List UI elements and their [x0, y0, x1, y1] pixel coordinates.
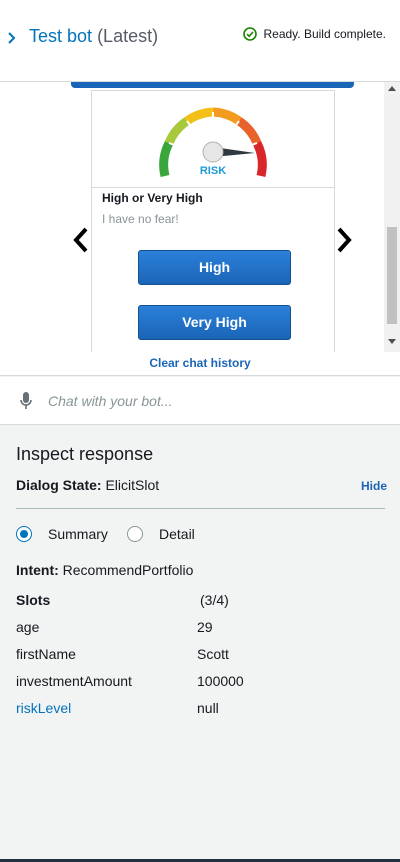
clear-chat-history-link[interactable]: Clear chat history: [0, 356, 400, 370]
gauge-label: RISK: [200, 165, 226, 177]
bot-title: Test bot (Latest): [29, 26, 158, 47]
scroll-thumb[interactable]: [387, 227, 397, 324]
dialog-state-label: Dialog State:: [16, 477, 102, 493]
chat-window[interactable]: RISK High or Very High I have no fear! H…: [0, 82, 400, 376]
bot-name: Test bot: [29, 26, 93, 46]
chat-scrollbar[interactable]: [384, 82, 400, 352]
slot-name: age: [16, 619, 40, 635]
slot-value: 100000: [197, 673, 244, 689]
chat-input[interactable]: [48, 389, 378, 413]
inspect-title: Inspect response: [16, 444, 154, 464]
carousel-next-arrow-icon[interactable]: [335, 226, 353, 254]
risk-gauge-icon: RISK: [159, 107, 267, 178]
risk-gauge-image: RISK: [92, 91, 334, 188]
card-title: High or Very High: [102, 191, 203, 205]
inspect-response-panel: Inspect response Dialog State: ElicitSlo…: [0, 426, 400, 862]
intent-label: Intent:: [16, 562, 59, 578]
hide-link[interactable]: Hide: [361, 479, 387, 493]
scroll-down-icon[interactable]: [388, 339, 396, 344]
card-subtitle: I have no fear!: [102, 212, 179, 226]
scroll-up-icon[interactable]: [388, 86, 396, 91]
very-high-button[interactable]: Very High: [138, 305, 291, 340]
summary-radio-option[interactable]: Summary: [16, 526, 108, 542]
detail-label: Detail: [159, 526, 195, 542]
slot-name-link[interactable]: riskLevel: [16, 700, 71, 716]
bot-version: (Latest): [97, 26, 159, 46]
slot-value: null: [197, 700, 219, 716]
slot-name: investmentAmount: [16, 673, 132, 689]
intent-value: RecommendPortfolio: [62, 562, 194, 578]
detail-radio[interactable]: [127, 526, 143, 542]
summary-radio[interactable]: [16, 526, 32, 542]
slots-label: Slots: [16, 592, 51, 608]
slots-count: (3/4): [200, 592, 229, 608]
high-button[interactable]: High: [138, 250, 291, 285]
build-status: Ready. Build complete.: [243, 27, 386, 41]
carousel-prev-arrow-icon[interactable]: [72, 226, 90, 254]
chat-input-bar: [0, 377, 400, 425]
microphone-icon[interactable]: [20, 391, 32, 411]
check-circle-icon: [243, 27, 258, 41]
previous-message-bubble: [71, 82, 354, 88]
slot-value: Scott: [197, 646, 229, 662]
summary-label: Summary: [48, 526, 108, 542]
dialog-state-value: ElicitSlot: [105, 477, 160, 493]
slot-name: firstName: [16, 646, 76, 662]
dialog-state: Dialog State: ElicitSlot: [16, 477, 159, 493]
chevron-right-icon[interactable]: [6, 30, 18, 46]
response-card: RISK High or Very High I have no fear! H…: [91, 90, 335, 352]
build-status-text: Ready. Build complete.: [263, 27, 386, 41]
intent-row: Intent: RecommendPortfolio: [16, 562, 193, 578]
test-bot-header: Test bot (Latest) Ready. Build complete.: [0, 0, 400, 82]
slot-value: 29: [197, 619, 213, 635]
detail-radio-option[interactable]: Detail: [127, 526, 195, 542]
divider: [16, 508, 385, 509]
